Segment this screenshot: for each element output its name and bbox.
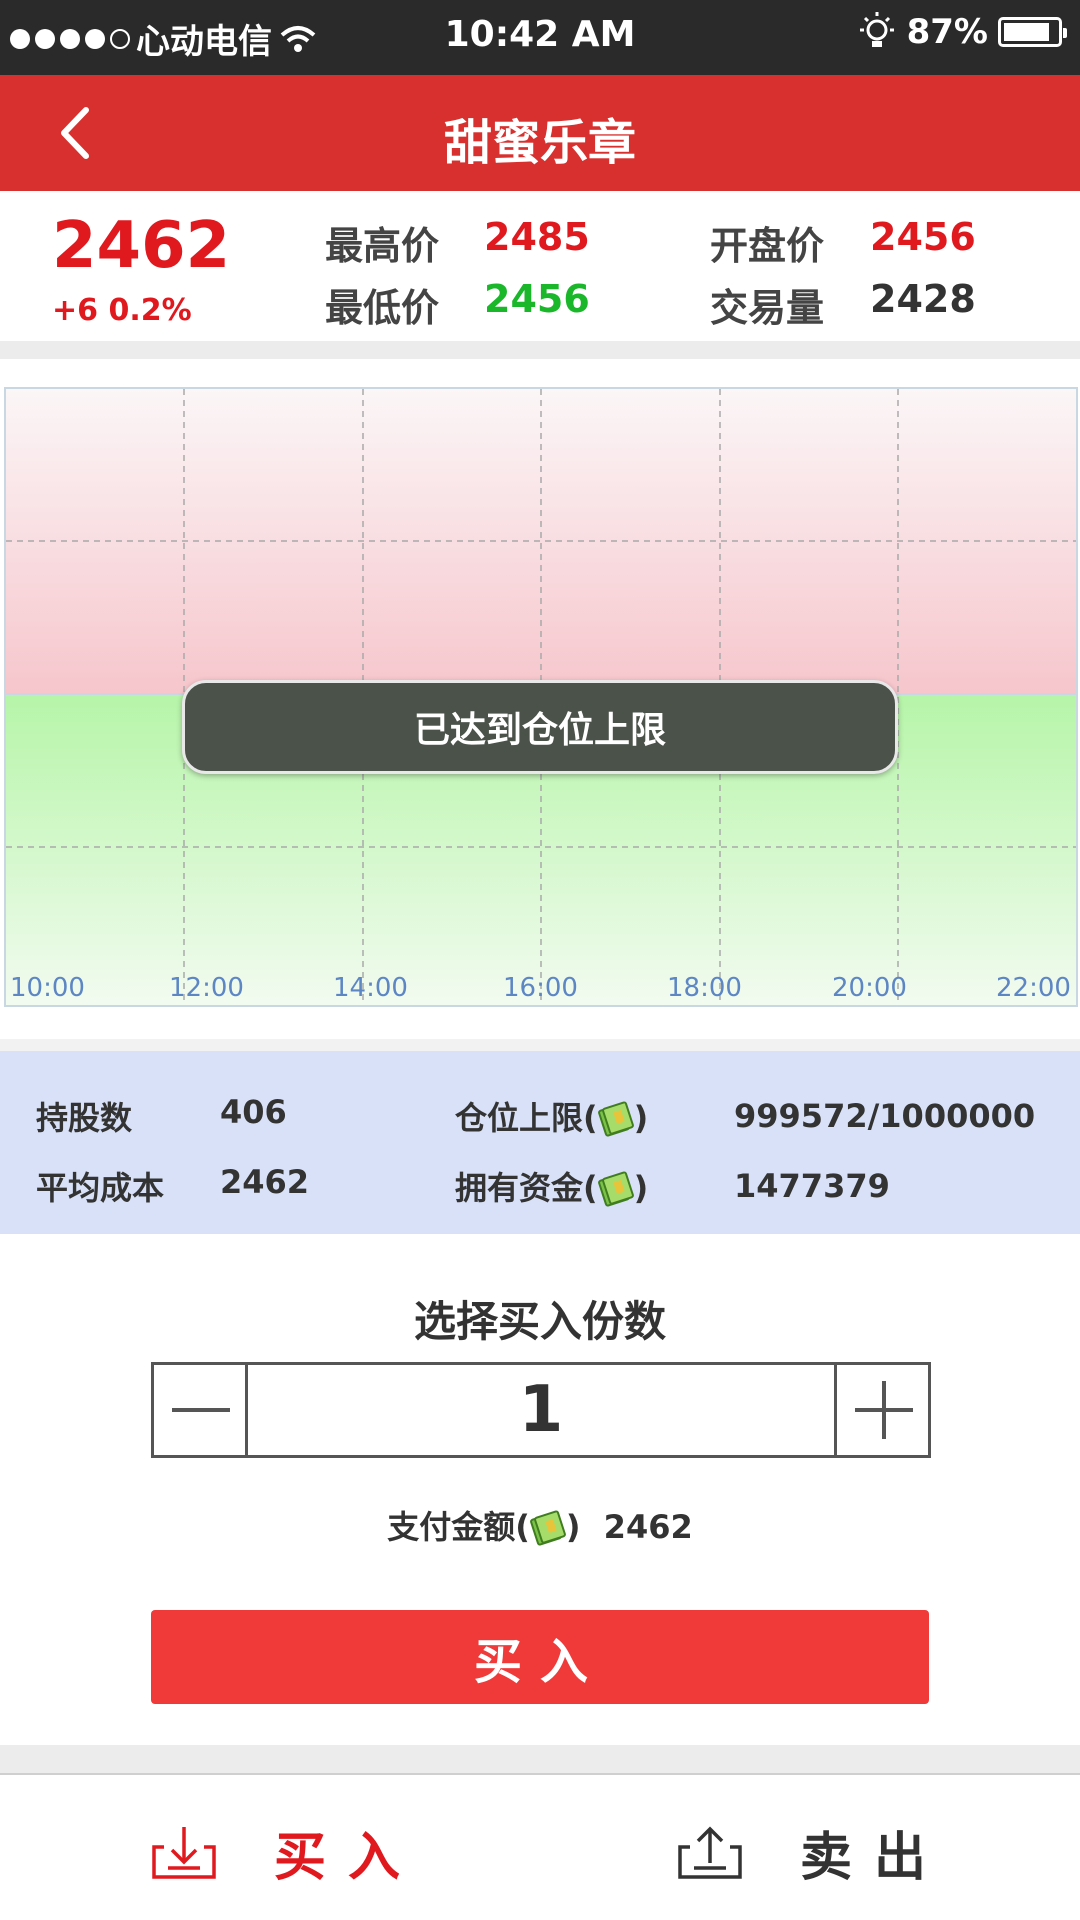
download-tray-icon <box>152 1826 216 1879</box>
holdings-panel: 持股数 406 平均成本 2462 仓位上限() 999572/1000000 … <box>0 1051 1080 1234</box>
buy-button[interactable]: 买入 <box>151 1610 929 1704</box>
price-change: +6 0.2% <box>52 293 192 328</box>
pay-amount-row: 支付金额() 2462 <box>0 1502 1080 1548</box>
low-price-value: 2456 <box>484 277 590 321</box>
tab-buy-label: 买入 <box>274 1828 423 1888</box>
divider <box>0 1745 1080 1775</box>
increment-button[interactable] <box>834 1365 928 1455</box>
decrement-button[interactable] <box>154 1365 248 1455</box>
page-title: 甜蜜乐章 <box>443 115 636 171</box>
minus-icon <box>172 1408 230 1412</box>
x-tick-2: 12:00 <box>169 973 244 1003</box>
quantity-value[interactable]: 1 <box>248 1365 834 1455</box>
tab-sell[interactable]: 卖出 <box>676 1815 948 1890</box>
x-tick-6: 20:00 <box>832 973 907 1003</box>
position-limit-value: 999572/1000000 <box>734 1097 1036 1135</box>
toast-message: 已达到仓位上限 <box>182 680 898 774</box>
tab-buy[interactable]: 买入 <box>150 1815 422 1890</box>
x-tick-1: 10:00 <box>10 973 85 1003</box>
nav-bar: 甜蜜乐章 <box>0 75 1080 191</box>
bulb-icon <box>859 12 894 47</box>
quote-header: 2462 +6 0.2% 最高价 2485 最低价 2456 开盘价 2456 … <box>0 191 1080 341</box>
money-stack-icon <box>597 1171 634 1207</box>
shares-label: 持股数 <box>36 1099 133 1137</box>
low-price-label: 最低价 <box>325 286 440 330</box>
x-tick-4: 16:00 <box>503 973 578 1003</box>
tab-sell-label: 卖出 <box>800 1828 949 1888</box>
funds-label: 拥有资金() <box>455 1169 649 1207</box>
avg-cost-label: 平均成本 <box>36 1169 165 1207</box>
open-price-label: 开盘价 <box>710 224 825 268</box>
battery-icon <box>998 17 1067 47</box>
upload-tray-icon <box>678 1826 742 1879</box>
buy-quantity-title: 选择买入份数 <box>413 1297 666 1346</box>
quantity-stepper: 1 <box>151 1362 931 1458</box>
money-stack-icon <box>529 1510 566 1546</box>
current-price: 2462 <box>52 209 231 283</box>
avg-cost-value: 2462 <box>220 1163 310 1201</box>
pay-label-post: ) <box>565 1508 581 1546</box>
position-limit-label: 仓位上限() <box>455 1099 649 1137</box>
funds-value: 1477379 <box>734 1167 890 1205</box>
shares-value: 406 <box>220 1093 287 1131</box>
divider <box>0 341 1080 359</box>
divider <box>0 1039 1080 1051</box>
pay-amount: 2462 <box>603 1508 693 1546</box>
high-price-value: 2485 <box>484 215 590 259</box>
bottom-tab-bar: 买入 卖出 <box>0 1775 1080 1920</box>
money-stack-icon <box>597 1101 634 1137</box>
volume-value: 2428 <box>870 277 976 321</box>
high-price-label: 最高价 <box>325 224 440 268</box>
status-bar: 心动电信 10:42 AM 87% <box>0 0 1080 75</box>
x-tick-3: 14:00 <box>333 973 408 1003</box>
volume-label: 交易量 <box>710 286 825 330</box>
pay-label-pre: 支付金额( <box>387 1508 530 1546</box>
battery-percent: 87% <box>906 12 988 52</box>
open-price-value: 2456 <box>870 215 976 259</box>
x-tick-7: 22:00 <box>996 973 1071 1003</box>
x-tick-5: 18:00 <box>667 973 742 1003</box>
